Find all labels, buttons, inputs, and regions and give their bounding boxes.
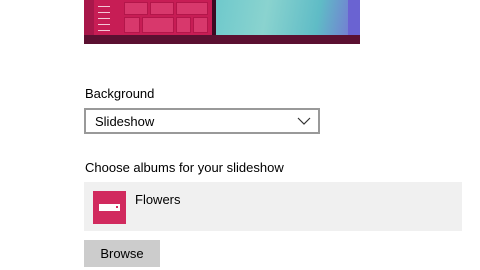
preview-menu-line — [98, 6, 110, 7]
chevron-down-icon — [297, 117, 311, 125]
desktop-preview — [84, 0, 360, 44]
background-dropdown-value: Slideshow — [95, 114, 155, 129]
background-label: Background — [85, 86, 155, 101]
folder-thumbnail-icon — [93, 191, 126, 224]
background-dropdown[interactable]: Slideshow — [84, 108, 320, 134]
preview-taskbar — [84, 35, 360, 44]
album-name: Flowers — [135, 192, 181, 207]
preview-wallpaper-edge — [348, 0, 360, 35]
thumbnail-dot — [116, 206, 118, 208]
album-item[interactable]: Flowers — [84, 182, 462, 231]
preview-start-rail — [84, 0, 94, 35]
preview-menu-line — [98, 24, 110, 25]
preview-tile — [176, 17, 191, 33]
preview-menu-line — [98, 30, 110, 31]
preview-tile — [150, 2, 174, 15]
preview-tile — [124, 17, 140, 33]
browse-button[interactable]: Browse — [84, 240, 160, 267]
albums-label: Choose albums for your slideshow — [85, 160, 284, 175]
preview-wallpaper — [216, 0, 360, 35]
preview-screen — [84, 0, 360, 35]
preview-menu-line — [98, 18, 110, 19]
preview-tile — [142, 17, 174, 33]
preview-start-menu — [84, 0, 212, 35]
preview-tile — [124, 2, 148, 15]
preview-menu-line — [98, 12, 110, 13]
preview-tile — [193, 17, 208, 33]
preview-tile — [176, 2, 208, 15]
